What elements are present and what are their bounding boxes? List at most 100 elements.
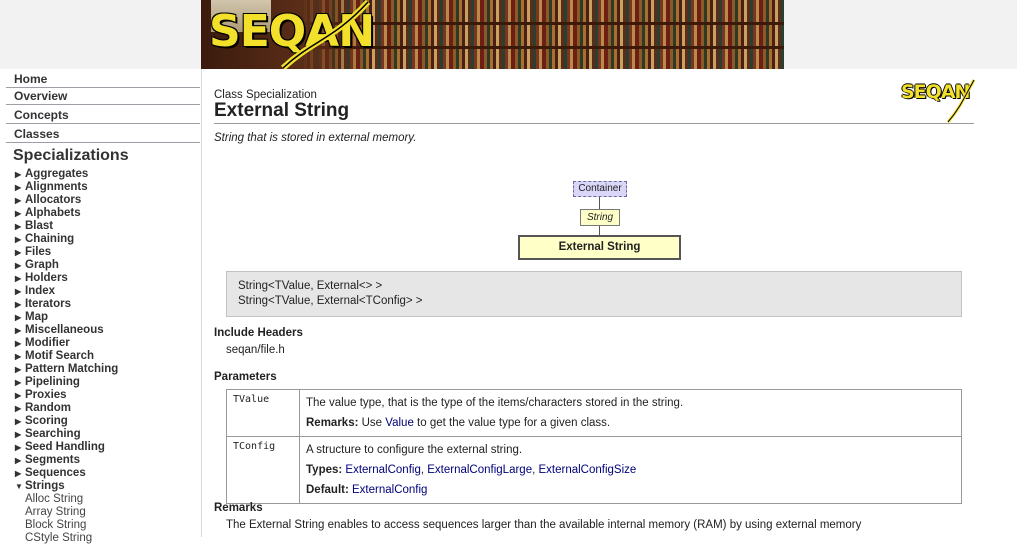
sidebar-item-graph[interactable]: ▶ Graph [15,259,118,272]
parameters-heading: Parameters [214,371,277,383]
param-text: A structure to configure the external st… [306,444,523,456]
triangle-right-icon: ▶ [15,417,22,426]
sidebar-item-label: Searching [25,428,81,440]
remarks-text: Use [361,417,383,429]
sidebar-item-modifier[interactable]: ▶ Modifier [15,337,118,350]
sidebar-item-miscellaneous[interactable]: ▶ Miscellaneous [15,324,118,337]
sidebar-item-pipelining[interactable]: ▶ Pipelining [15,376,118,389]
sidebar-item-blast[interactable]: ▶ Blast [15,220,118,233]
param-description: The value type, that is the type of the … [299,389,962,437]
sidebar-item-seed-handling[interactable]: ▶ Seed Handling [15,441,118,454]
default-link[interactable]: ExternalConfig [352,484,427,496]
header-banner: SEQAN [201,0,784,69]
sidebar-item-proxies[interactable]: ▶ Proxies [15,389,118,402]
triangle-right-icon: ▶ [15,287,22,296]
sidebar-item-label: Sequences [25,467,86,479]
sidebar-item-label: Alphabets [25,207,81,219]
sidebar-item-alignments[interactable]: ▶ Alignments [15,181,118,194]
sidebar-item-searching[interactable]: ▶ Searching [15,428,118,441]
type-link-externalconfiglarge[interactable]: ExternalConfigLarge [427,464,532,476]
triangle-right-icon: ▶ [15,261,22,270]
sidebar-item-label: Graph [25,259,59,271]
sidebar-item-chaining[interactable]: ▶ Chaining [15,233,118,246]
sidebar-item-files[interactable]: ▶ Files [15,246,118,259]
param-description: A structure to configure the external st… [299,436,962,504]
triangle-right-icon: ▶ [15,209,22,218]
sidebar-subitem-alloc-string[interactable]: Alloc String [25,493,92,506]
type-link-externalconfigsize[interactable]: ExternalConfigSize [538,464,636,476]
sidebar-subitem-array-string[interactable]: Array String [25,506,92,519]
sidebar-item-aggregates[interactable]: ▶ Aggregates [15,168,118,181]
triangle-right-icon: ▶ [15,404,22,413]
include-header-value: seqan/file.h [226,344,285,356]
sidebar-subitem-block-string[interactable]: Block String [25,519,92,532]
triangle-right-icon: ▶ [15,469,22,478]
include-headers-heading: Include Headers [214,327,303,339]
sidebar-item-motif-search[interactable]: ▶ Motif Search [15,350,118,363]
sidebar-item-label: Segments [25,454,80,466]
remarks-label: Remarks: [306,417,359,429]
triangle-right-icon: ▶ [15,456,22,465]
sidebar-item-pattern-matching[interactable]: ▶ Pattern Matching [15,363,118,376]
dna-helix-icon [280,0,371,69]
sidebar-item-label: Pipelining [25,376,80,388]
triangle-right-icon: ▶ [15,235,22,244]
remarks-paragraph: The External String enables to access se… [226,519,862,531]
sidebar-item-holders[interactable]: ▶ Holders [15,272,118,285]
param-name: TConfig [226,436,300,504]
main-content: Class Specialization External String SEQ… [201,69,1017,537]
diagram-node-container[interactable]: Container [573,181,627,197]
sidebar-item-allocators[interactable]: ▶ Allocators [15,194,118,207]
triangle-right-icon: ▶ [15,326,22,335]
sidebar-item-label: Chaining [25,233,75,245]
param-text: The value type, that is the type of the … [306,397,684,409]
triangle-right-icon: ▶ [15,300,22,309]
sidebar-item-random[interactable]: ▶ Random [15,402,118,415]
triangle-right-icon: ▶ [15,248,22,257]
sidebar-item-sequences[interactable]: ▶ Sequences [15,467,118,480]
title-divider [214,123,974,124]
sidebar-subitem-cstyle-string[interactable]: CStyle String [25,532,92,545]
class-summary: String that is stored in external memory… [214,132,417,144]
nav-home[interactable]: Home [6,71,200,88]
type-link-externalconfig[interactable]: ExternalConfig [345,464,420,476]
sidebar: Home Overview Concepts Classes Specializ… [0,69,202,544]
sidebar-item-strings[interactable]: ▼ Strings [15,480,118,493]
sidebar-item-label: Iterators [25,298,72,310]
table-row: TValue The value type, that is the type … [226,389,962,437]
sidebar-item-alphabets[interactable]: ▶ Alphabets [15,207,118,220]
diagram-node-string[interactable]: String [580,209,620,226]
sidebar-item-label: Miscellaneous [25,324,104,336]
sidebar-item-label: Proxies [25,389,67,401]
sidebar-item-label: Index [25,285,56,297]
sidebar-item-label: Scoring [25,415,68,427]
parameters-table: TValue The value type, that is the type … [226,389,962,504]
page-title: External String [214,100,350,121]
triangle-down-icon: ▼ [15,482,23,491]
nav-overview[interactable]: Overview [6,88,200,105]
param-remarks: Remarks: Use Value to get the value type… [306,413,955,433]
sidebar-item-label: Strings [25,480,65,492]
param-default: Default: ExternalConfig [306,480,955,500]
remarks-heading: Remarks [214,502,263,514]
sidebar-item-label: Blast [25,220,54,232]
triangle-right-icon: ▶ [15,222,22,231]
value-link[interactable]: Value [385,417,414,429]
sidebar-item-label: Random [25,402,71,414]
triangle-right-icon: ▶ [15,378,22,387]
signature-line: String<TValue, External<TConfig> > [238,295,423,307]
sidebar-item-label: Aggregates [25,168,89,180]
sidebar-item-map[interactable]: ▶ Map [15,311,118,324]
triangle-right-icon: ▶ [15,352,22,361]
nav-classes[interactable]: Classes [6,126,200,143]
sidebar-item-iterators[interactable]: ▶ Iterators [15,298,118,311]
specializations-heading: Specializations [13,147,129,164]
nav-concepts[interactable]: Concepts [6,107,200,124]
sidebar-item-label: Holders [25,272,68,284]
remarks-text: to get the value type for a given class. [417,417,611,429]
triangle-right-icon: ▶ [15,313,22,322]
sidebar-item-label: Allocators [25,194,82,206]
sidebar-item-segments[interactable]: ▶ Segments [15,454,118,467]
sidebar-item-scoring[interactable]: ▶ Scoring [15,415,118,428]
sidebar-item-index[interactable]: ▶ Index [15,285,118,298]
